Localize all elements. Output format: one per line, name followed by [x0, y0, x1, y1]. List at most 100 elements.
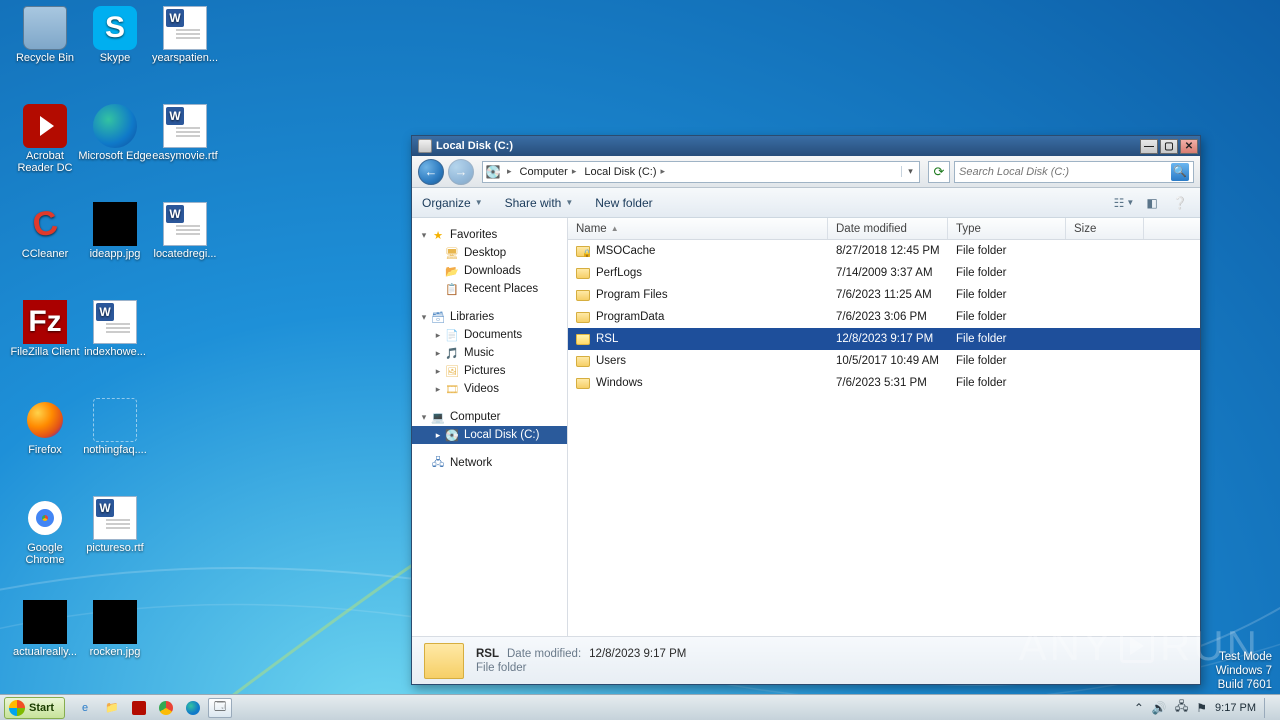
desktop-icon[interactable]: indexhowe...	[78, 300, 152, 358]
toolbar: Organize▼ Share with▼ New folder ☷▼ ◧ ❔	[412, 188, 1200, 218]
details-modified-value: 12/8/2023 9:17 PM	[589, 648, 686, 660]
folder-icon	[576, 378, 590, 389]
desktop-icon[interactable]: Google Chrome	[8, 496, 82, 566]
bin-icon	[23, 6, 67, 50]
file-row[interactable]: Program Files7/6/2023 11:25 AMFile folde…	[568, 284, 1200, 306]
word-icon	[163, 104, 207, 148]
search-box[interactable]: 🔍	[954, 161, 1194, 183]
desktop-icon-label: pictureso.rtf	[78, 542, 152, 554]
column-size[interactable]: Size	[1066, 218, 1144, 239]
nav-pane[interactable]: ★Favorites 🖥Desktop 📂Downloads 📋Recent P…	[412, 218, 568, 636]
taskbar-explorer-window[interactable]: 🗔	[208, 698, 232, 718]
share-with-menu[interactable]: Share with▼	[505, 196, 574, 210]
tray-clock[interactable]: 9:17 PM	[1215, 702, 1256, 714]
desktop-icon[interactable]: SSkype	[78, 6, 152, 64]
address-dropdown[interactable]: ▾	[901, 166, 919, 177]
black-icon	[93, 600, 137, 644]
file-row[interactable]: Users10/5/2017 10:49 AMFile folder	[568, 350, 1200, 372]
refresh-button[interactable]: ⟳	[928, 161, 950, 183]
tray-expand-icon[interactable]: ⌃	[1134, 701, 1144, 715]
help-button[interactable]: ❔	[1170, 194, 1190, 212]
file-row[interactable]: RSL12/8/2023 9:17 PMFile folder	[568, 328, 1200, 350]
desktop-icon[interactable]: ideapp.jpg	[78, 202, 152, 260]
nav-pictures[interactable]: 🖼Pictures	[412, 362, 567, 380]
desktop-icon[interactable]: Acrobat Reader DC	[8, 104, 82, 174]
nav-music[interactable]: 🎵Music	[412, 344, 567, 362]
file-type: File folder	[948, 377, 1066, 389]
file-type: File folder	[948, 267, 1066, 279]
nav-network[interactable]: 🖧Network	[412, 454, 567, 472]
desktop-icon[interactable]: pictureso.rtf	[78, 496, 152, 554]
file-name: Program Files	[596, 289, 668, 301]
desktop-icon[interactable]: Firefox	[8, 398, 82, 456]
taskbar-ie-icon[interactable]: e	[73, 698, 97, 718]
breadcrumb-root[interactable]	[503, 162, 516, 182]
desktop-icon[interactable]: actualreally...	[8, 600, 82, 658]
search-icon[interactable]: 🔍	[1171, 163, 1189, 181]
taskbar-edge-icon[interactable]	[181, 698, 205, 718]
nav-libraries[interactable]: 🗃Libraries	[412, 308, 567, 326]
tray-flag-icon[interactable]: ⚑	[1196, 701, 1207, 715]
nav-downloads[interactable]: 📂Downloads	[412, 262, 567, 280]
tray-network-icon[interactable]: 🖧	[1175, 697, 1188, 718]
desktop-icon[interactable]: CCleaner	[8, 202, 82, 260]
address-bar[interactable]: 💽 Computer Local Disk (C:) ▾	[482, 161, 920, 183]
nav-desktop[interactable]: 🖥Desktop	[412, 244, 567, 262]
column-headers: Name▲ Date modified Type Size	[568, 218, 1200, 240]
organize-menu[interactable]: Organize▼	[422, 196, 483, 210]
cc-icon	[23, 202, 67, 246]
desktop-icon[interactable]: Microsoft Edge	[78, 104, 152, 162]
close-button[interactable]: ✕	[1180, 139, 1198, 154]
desktop-icon[interactable]: locatedregi...	[148, 202, 222, 260]
search-input[interactable]	[959, 166, 1171, 178]
maximize-button[interactable]: ▢	[1160, 139, 1178, 154]
desktop-icon[interactable]: nothingfaq....	[78, 398, 152, 456]
nav-documents[interactable]: 📄Documents	[412, 326, 567, 344]
desktop-icon-label: Firefox	[8, 444, 82, 456]
nav-local-disk-c[interactable]: 💽Local Disk (C:)	[412, 426, 567, 444]
nav-videos[interactable]: 🎞Videos	[412, 380, 567, 398]
desktop-icon-label: ideapp.jpg	[78, 248, 152, 260]
breadcrumb-computer[interactable]: Computer	[516, 162, 581, 182]
taskbar-chrome-icon[interactable]	[154, 698, 178, 718]
file-type: File folder	[948, 355, 1066, 367]
desktop-icon-label: Acrobat Reader DC	[8, 150, 82, 174]
taskbar-acrobat-icon[interactable]	[127, 698, 151, 718]
file-row[interactable]: PerfLogs7/14/2009 3:37 AMFile folder	[568, 262, 1200, 284]
column-name[interactable]: Name▲	[568, 218, 828, 239]
new-folder-button[interactable]: New folder	[595, 196, 652, 210]
file-name: ProgramData	[596, 311, 664, 323]
nav-computer[interactable]: 💻Computer	[412, 408, 567, 426]
details-modified-label: Date modified:	[507, 648, 581, 660]
desktop-icon[interactable]: yearspatien...	[148, 6, 222, 64]
view-options-button[interactable]: ☷▼	[1114, 194, 1134, 212]
breadcrumb-localdisk[interactable]: Local Disk (C:)	[580, 162, 669, 182]
ff-icon	[23, 398, 67, 442]
show-desktop-button[interactable]	[1264, 698, 1274, 718]
file-name: Users	[596, 355, 626, 367]
column-type[interactable]: Type	[948, 218, 1066, 239]
desktop-icon[interactable]: FzFileZilla Client	[8, 300, 82, 358]
nav-recent-places[interactable]: 📋Recent Places	[412, 280, 567, 298]
titlebar[interactable]: Local Disk (C:) — ▢ ✕	[412, 136, 1200, 156]
edge-icon	[93, 104, 137, 148]
file-row[interactable]: MSOCache8/27/2018 12:45 PMFile folder	[568, 240, 1200, 262]
nav-favorites[interactable]: ★Favorites	[412, 226, 567, 244]
file-row[interactable]: ProgramData7/6/2023 3:06 PMFile folder	[568, 306, 1200, 328]
back-button[interactable]: ←	[418, 159, 444, 185]
start-button[interactable]: Start	[4, 697, 65, 719]
file-row[interactable]: Windows7/6/2023 5:31 PMFile folder	[568, 372, 1200, 394]
taskbar-explorer-icon[interactable]: 📁	[100, 698, 124, 718]
column-date-modified[interactable]: Date modified	[828, 218, 948, 239]
nav-bar: ← → 💽 Computer Local Disk (C:) ▾ ⟳ 🔍	[412, 156, 1200, 188]
minimize-button[interactable]: —	[1140, 139, 1158, 154]
desktop-icon[interactable]: rocken.jpg	[78, 600, 152, 658]
desktop-icon[interactable]: Recycle Bin	[8, 6, 82, 64]
word-icon	[163, 202, 207, 246]
gc-icon	[23, 496, 67, 540]
tray-volume-icon[interactable]: 🔊	[1152, 701, 1167, 715]
desktop-icon[interactable]: easymovie.rtf	[148, 104, 222, 162]
preview-pane-button[interactable]: ◧	[1142, 194, 1162, 212]
forward-button[interactable]: →	[448, 159, 474, 185]
desktop-icon-label: easymovie.rtf	[148, 150, 222, 162]
